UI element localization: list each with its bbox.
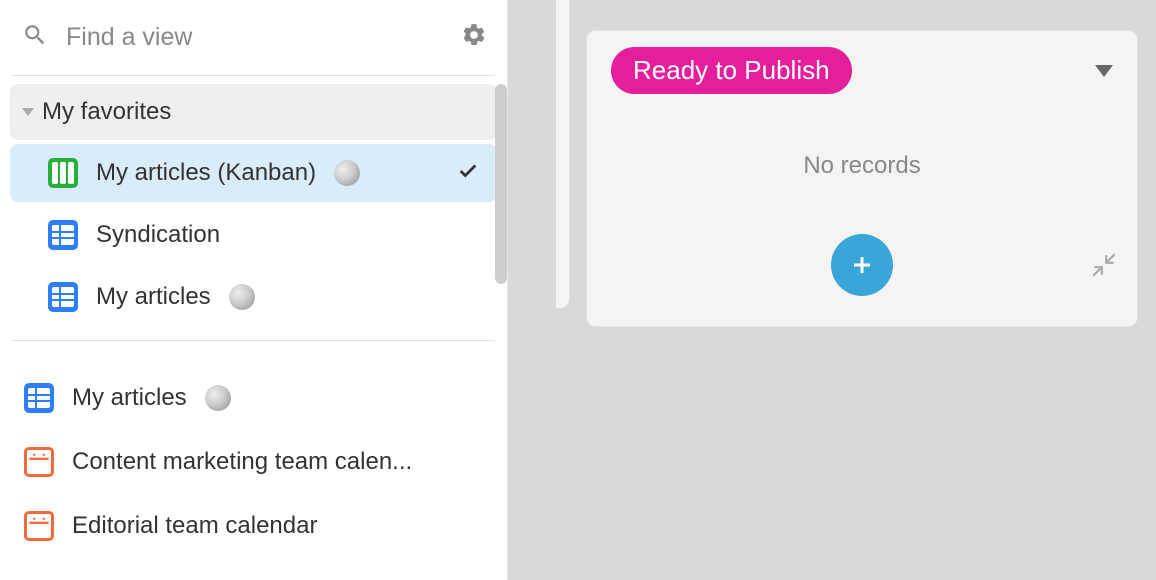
grid-icon (48, 220, 78, 250)
avatar (205, 385, 231, 411)
avatar (229, 284, 255, 310)
check-icon (457, 160, 479, 187)
empty-state-text: No records (611, 152, 1113, 180)
collapse-icon[interactable] (1091, 252, 1117, 283)
search-row (0, 0, 507, 75)
calendar-icon (24, 511, 54, 541)
grid-icon (24, 383, 54, 413)
kanban-board: Ready to Publish No records (508, 0, 1156, 580)
sidebar-item-editorial-calendar[interactable]: Editorial team calendar (10, 497, 497, 555)
sidebar-item-my-articles-fav[interactable]: My articles (10, 268, 497, 326)
sidebar-item-my-articles-kanban[interactable]: My articles (Kanban) (10, 144, 497, 202)
chevron-down-icon[interactable] (1095, 65, 1113, 77)
chevron-down-icon (22, 108, 34, 116)
favorites-section-header[interactable]: My favorites (10, 84, 497, 140)
column-header: Ready to Publish (611, 47, 1113, 94)
search-icon (22, 22, 48, 53)
view-label: My articles (96, 283, 211, 311)
gear-icon[interactable] (461, 22, 487, 53)
views-sidebar: My favorites My articles (Kanban) Syndic… (0, 0, 508, 580)
previous-column-edge (556, 0, 570, 308)
kanban-icon (48, 158, 78, 188)
calendar-icon (24, 447, 54, 477)
view-label: Syndication (96, 221, 220, 249)
view-label: My articles (72, 384, 187, 412)
column-footer (611, 234, 1113, 296)
search-input[interactable] (66, 23, 443, 52)
divider (12, 340, 495, 341)
view-label: Editorial team calendar (72, 512, 317, 540)
divider (12, 75, 495, 76)
view-label: Content marketing team calen... (72, 448, 412, 476)
sidebar-item-my-articles[interactable]: My articles (10, 369, 497, 427)
view-label: My articles (Kanban) (96, 159, 316, 187)
grid-icon (48, 282, 78, 312)
sidebar-item-syndication[interactable]: Syndication (10, 206, 497, 264)
add-record-button[interactable] (831, 234, 893, 296)
scrollbar[interactable] (495, 84, 507, 284)
avatar (334, 160, 360, 186)
kanban-column-ready-to-publish: Ready to Publish No records (586, 30, 1138, 327)
favorites-label: My favorites (42, 98, 171, 126)
status-badge[interactable]: Ready to Publish (611, 47, 852, 94)
sidebar-item-content-marketing-calendar[interactable]: Content marketing team calen... (10, 433, 497, 491)
